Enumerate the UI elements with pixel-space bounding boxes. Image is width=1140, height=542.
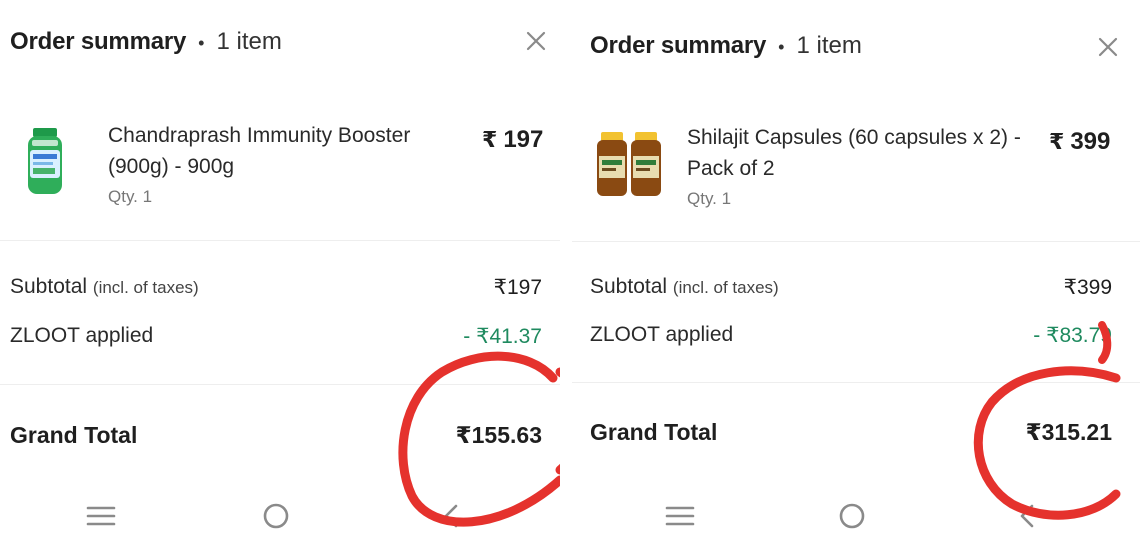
order-summary-panel-left: Order summary • 1 item Chandraprash Immu… [0,0,560,542]
product-quantity: Qty. 1 [108,187,153,206]
close-icon[interactable] [1097,36,1119,58]
zloot-discount-value: - ₹83.79 [1033,324,1112,347]
menu-icon[interactable] [85,500,117,532]
product-thumbnail-chandraprash [28,128,62,194]
subtotal-label-text: Subtotal [10,275,88,298]
grand-total-value: ₹315.21 [1025,419,1112,445]
product-price: ₹197 [482,126,543,154]
rupee-symbol: ₹ [482,127,498,152]
subtotal-tax-note: (incl. of taxes) [92,278,199,297]
red-circle-annotation [398,351,560,527]
product-quantity: Qty. 1 [687,189,732,208]
grand-total-label: Grand Total [10,422,138,448]
subtotal-label: Subtotal (incl. of taxes) [10,275,199,299]
back-chevron-icon[interactable] [1012,500,1044,532]
zloot-discount-value: - ₹41.37 [463,325,542,348]
subtotal-label: Subtotal (incl. of taxes) [590,275,779,299]
product-price-value: 399 [1070,128,1111,155]
item-count: 1 item [216,28,282,55]
home-circle-icon[interactable] [260,500,292,532]
header-separator: • [198,33,205,53]
menu-icon[interactable] [664,500,696,532]
grand-total-value: ₹155.63 [455,422,542,448]
product-price-value: 197 [503,126,544,153]
product-price: ₹399 [1049,128,1110,156]
back-chevron-icon[interactable] [436,500,468,532]
item-count: 1 item [796,32,862,59]
order-summary-header: Order summary • 1 item [590,32,862,60]
close-icon[interactable] [525,30,547,52]
red-circle-annotation [973,321,1121,520]
zloot-label: ZLOOT applied [590,323,734,346]
subtotal-tax-note: (incl. of taxes) [672,278,779,297]
subtotal-label-text: Subtotal [590,275,668,298]
order-summary-title: Order summary [10,28,187,55]
grand-total-label: Grand Total [590,419,718,445]
divider [0,240,560,241]
order-summary-title: Order summary [590,32,767,59]
screenshot-stage: Order summary • 1 item Chandraprash Immu… [0,0,1140,542]
zloot-label: ZLOOT applied [10,324,154,347]
product-name[interactable]: Shilajit Capsules (60 capsules x 2) - Pa… [687,122,1032,184]
order-summary-panel-right: Order summary • 1 item Shilajit Capsules… [572,0,1140,542]
divider [572,241,1140,242]
rupee-symbol: ₹ [1049,129,1065,154]
product-name[interactable]: Chandraprash Immunity Booster (900g) - 9… [108,120,458,182]
subtotal-value: ₹197 [493,276,542,299]
product-thumbnail-shilajit [597,132,661,196]
order-summary-header: Order summary • 1 item [10,28,282,56]
divider [0,384,560,385]
divider [572,382,1140,383]
home-circle-icon[interactable] [836,500,868,532]
header-separator: • [778,37,785,57]
subtotal-value: ₹399 [1063,276,1112,299]
